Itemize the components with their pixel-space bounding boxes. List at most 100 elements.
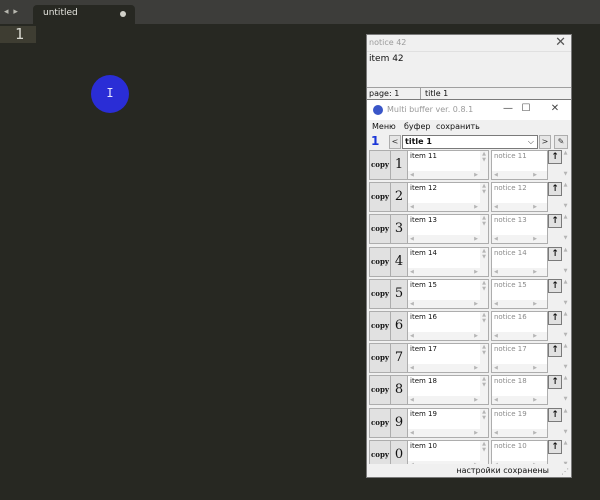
move-up-button[interactable]: ↑ bbox=[548, 246, 562, 261]
vertical-scrollbar[interactable]: ▲ ▼ bbox=[480, 151, 488, 171]
horizontal-scrollbar[interactable]: ◀▶ bbox=[408, 299, 488, 308]
item-text: item 16 bbox=[410, 312, 437, 321]
copy-button[interactable]: copy bbox=[369, 310, 391, 341]
side-scrollbar[interactable]: ▲▼ bbox=[562, 150, 569, 178]
item-textbox[interactable]: item 16 ▲ ▼ ◀ ▶ bbox=[407, 310, 489, 341]
move-up-button[interactable]: ↑ bbox=[548, 278, 562, 293]
notice-textbox[interactable]: notice 12 ◀ ▶ bbox=[491, 182, 548, 213]
move-up-button[interactable]: ↑ bbox=[548, 150, 562, 164]
copy-button[interactable]: copy bbox=[369, 246, 391, 277]
move-up-button[interactable]: ↑ bbox=[548, 343, 562, 358]
tab-nav-arrows-icon[interactable]: ◂ ▸ bbox=[4, 5, 26, 19]
horizontal-scrollbar[interactable]: ◀▶ bbox=[408, 331, 488, 340]
status-title: title 1 bbox=[425, 89, 449, 98]
vertical-scrollbar[interactable]: ▲ ▼ bbox=[480, 376, 488, 397]
horizontal-scrollbar[interactable]: ◀▶ bbox=[492, 364, 547, 373]
item-text: item 19 bbox=[410, 409, 437, 418]
move-up-button[interactable]: ↑ bbox=[548, 182, 562, 197]
notice-textbox[interactable]: notice 18 ◀ ▶ bbox=[491, 375, 548, 406]
menu-item-save[interactable]: сохранить bbox=[436, 122, 480, 131]
horizontal-scrollbar[interactable]: ◀▶ bbox=[408, 171, 488, 179]
copy-button[interactable]: copy bbox=[369, 375, 391, 406]
side-scrollbar[interactable]: ▲▼ bbox=[562, 311, 569, 339]
item-textbox[interactable]: item 15 ▲ ▼ ◀ ▶ bbox=[407, 278, 489, 309]
horizontal-scrollbar[interactable]: ◀▶ bbox=[492, 299, 547, 308]
horizontal-scrollbar[interactable]: ◀▶ bbox=[408, 364, 488, 373]
horizontal-scrollbar[interactable]: ◀▶ bbox=[492, 396, 547, 405]
notice-textbox[interactable]: notice 19 ◀ ▶ bbox=[491, 407, 548, 438]
move-up-button[interactable]: ↑ bbox=[548, 439, 562, 454]
side-scrollbar[interactable]: ▲▼ bbox=[562, 214, 569, 242]
notice-textbox[interactable]: notice 11 ◀ ▶ bbox=[491, 150, 548, 180]
copy-button[interactable]: copy bbox=[369, 343, 391, 374]
unsaved-dot-icon[interactable] bbox=[120, 11, 126, 17]
horizontal-scrollbar[interactable]: ◀▶ bbox=[492, 171, 547, 179]
move-up-button[interactable]: ↑ bbox=[548, 375, 562, 390]
side-scrollbar[interactable]: ▲▼ bbox=[562, 279, 569, 307]
move-up-button[interactable]: ↑ bbox=[548, 407, 562, 422]
notice-textbox[interactable]: notice 15 ◀ ▶ bbox=[491, 278, 548, 309]
item-textbox[interactable]: item 18 ▲ ▼ ◀ ▶ bbox=[407, 375, 489, 406]
chevron-down-icon[interactable]: ⌵ bbox=[528, 136, 534, 148]
close-icon[interactable]: ✕ bbox=[555, 35, 566, 51]
buffer-row: copy 2 item 12 ▲ ▼ ◀ ▶ notice 12 ◀ ▶ ↑ ▲ ▼ bbox=[367, 180, 571, 213]
next-page-button[interactable]: > bbox=[539, 135, 551, 149]
vertical-scrollbar[interactable]: ▲ ▼ bbox=[480, 247, 488, 268]
resize-grip-icon[interactable]: ⋰ bbox=[561, 467, 569, 476]
side-scrollbar[interactable]: ▲▼ bbox=[562, 408, 569, 436]
horizontal-scrollbar[interactable]: ◀▶ bbox=[492, 267, 547, 276]
copy-button[interactable]: copy bbox=[369, 407, 391, 438]
horizontal-scrollbar[interactable]: ◀▶ bbox=[408, 267, 488, 276]
side-scrollbar[interactable]: ▲▼ bbox=[562, 343, 569, 371]
item-textbox[interactable]: item 19 ▲ ▼ ◀ ▶ bbox=[407, 407, 489, 438]
buffer-row: copy 1 item 11 ▲ ▼ ◀ ▶ notice 11 ◀ ▶ ↑ ▲ ▼ bbox=[367, 148, 571, 180]
notice-textbox[interactable]: notice 17 ◀ ▶ bbox=[491, 343, 548, 374]
item-textbox[interactable]: item 11 ▲ ▼ ◀ ▶ bbox=[407, 150, 489, 180]
prev-page-button[interactable]: < bbox=[389, 135, 401, 149]
buffer-row: copy 6 item 16 ▲ ▼ ◀ ▶ notice 16 ◀ ▶ ↑ ▲ ▼ bbox=[367, 309, 571, 341]
window-titlebar: Multi buffer ver. 0.8.1 — ☐ ✕ bbox=[367, 100, 571, 120]
vertical-scrollbar[interactable]: ▲ ▼ bbox=[480, 311, 488, 332]
horizontal-scrollbar[interactable]: ◀▶ bbox=[408, 428, 488, 437]
vertical-scrollbar[interactable]: ▲ ▼ bbox=[480, 279, 488, 300]
vertical-scrollbar[interactable]: ▲ ▼ bbox=[480, 183, 488, 204]
copy-button[interactable]: copy bbox=[369, 214, 391, 245]
tab-untitled[interactable]: untitled bbox=[33, 5, 135, 24]
move-up-button[interactable]: ↑ bbox=[548, 214, 562, 229]
notice-textbox[interactable]: notice 16 ◀ ▶ bbox=[491, 310, 548, 341]
maximize-icon[interactable]: ☐ bbox=[518, 102, 534, 116]
side-scrollbar[interactable]: ▲▼ bbox=[562, 375, 569, 403]
item-textbox[interactable]: item 13 ▲ ▼ ◀ ▶ bbox=[407, 214, 489, 245]
horizontal-scrollbar[interactable]: ◀▶ bbox=[492, 428, 547, 437]
vertical-scrollbar[interactable]: ▲ ▼ bbox=[480, 215, 488, 236]
notice-textbox[interactable]: notice 13 ◀ ▶ bbox=[491, 214, 548, 245]
menu-item-menu[interactable]: Меню bbox=[372, 122, 396, 131]
minimize-icon[interactable]: — bbox=[500, 102, 516, 116]
copy-button[interactable]: copy bbox=[369, 278, 391, 309]
item-text: item 14 bbox=[410, 248, 437, 257]
vertical-scrollbar[interactable]: ▲ ▼ bbox=[480, 440, 488, 461]
horizontal-scrollbar[interactable]: ◀▶ bbox=[408, 396, 488, 405]
menu-bar: Меню буфер сохранить bbox=[367, 121, 571, 133]
close-icon[interactable]: ✕ bbox=[547, 102, 563, 116]
horizontal-scrollbar[interactable]: ◀▶ bbox=[408, 203, 488, 212]
copy-button[interactable]: copy bbox=[369, 150, 391, 180]
title-select[interactable]: title 1 ⌵ bbox=[402, 135, 538, 149]
edit-title-button[interactable]: ✎ bbox=[554, 135, 568, 149]
item-textbox[interactable]: item 17 ▲ ▼ ◀ ▶ bbox=[407, 343, 489, 374]
horizontal-scrollbar[interactable]: ◀▶ bbox=[492, 203, 547, 212]
horizontal-scrollbar[interactable]: ◀▶ bbox=[492, 235, 547, 244]
side-scrollbar[interactable]: ▲▼ bbox=[562, 247, 569, 275]
vertical-scrollbar[interactable]: ▲ ▼ bbox=[480, 408, 488, 429]
item-textbox[interactable]: item 14 ▲ ▼ ◀ ▶ bbox=[407, 246, 489, 277]
item-textbox[interactable]: item 12 ▲ ▼ ◀ ▶ bbox=[407, 182, 489, 213]
vertical-scrollbar[interactable]: ▲ ▼ bbox=[480, 344, 488, 365]
horizontal-scrollbar[interactable]: ◀▶ bbox=[492, 331, 547, 340]
menu-item-buffer[interactable]: буфер bbox=[404, 122, 431, 131]
notice-textbox[interactable]: notice 14 ◀ ▶ bbox=[491, 246, 548, 277]
side-scrollbar[interactable]: ▲▼ bbox=[562, 182, 569, 210]
horizontal-scrollbar[interactable]: ◀▶ bbox=[408, 235, 488, 244]
copy-button[interactable]: copy bbox=[369, 182, 391, 213]
move-up-button[interactable]: ↑ bbox=[548, 310, 562, 325]
item-text: item 11 bbox=[410, 152, 437, 160]
